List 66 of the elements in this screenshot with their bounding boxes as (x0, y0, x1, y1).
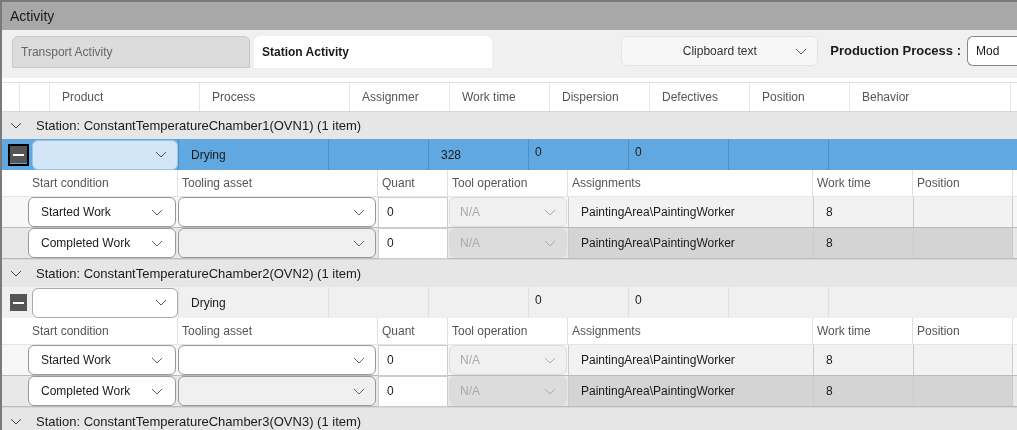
chevron-down-icon (353, 356, 365, 364)
column-header[interactable]: Tool operation (448, 170, 568, 196)
chevron-down-icon (544, 239, 556, 247)
work-time-cell: 8 (813, 345, 913, 375)
tooling-asset-dropdown[interactable] (178, 345, 376, 375)
chevron-down-icon (155, 299, 167, 306)
assignments-cell: PaintingArea\PaintingWorker (568, 345, 813, 375)
group-header[interactable]: Station: ConstantTemperatureChamber2(OVN2) (1 item) (2, 259, 1017, 287)
column-header[interactable]: Assignments (568, 170, 813, 196)
quant-field[interactable]: 0 (378, 227, 448, 259)
group-header[interactable]: Station: ConstantTemperatureChamber1(OVN1) (1 item) (2, 111, 1017, 139)
chevron-down-icon (544, 387, 556, 395)
chevron-down-icon (10, 270, 22, 277)
production-process-field[interactable]: Mod (967, 36, 1017, 66)
window-title: Activity (10, 6, 55, 26)
table-row[interactable]: Drying 328 0 0 (2, 139, 1017, 170)
column-header[interactable]: Start condition (28, 318, 178, 344)
quant-field[interactable]: 0 (378, 344, 448, 376)
chevron-down-icon (544, 208, 556, 216)
quant-field[interactable]: 0 (378, 196, 448, 228)
column-header[interactable]: Work time (813, 318, 913, 344)
work-time-cell: 8 (813, 228, 913, 258)
assignments-cell: PaintingArea\PaintingWorker (568, 197, 813, 227)
tooling-asset-dropdown[interactable] (178, 197, 376, 227)
start-condition-dropdown[interactable]: Completed Work (28, 376, 176, 406)
clipboard-dropdown[interactable]: Clipboard text (621, 36, 819, 66)
chevron-down-icon (544, 356, 556, 364)
column-header[interactable]: Tooling asset (178, 170, 378, 196)
column-header[interactable]: Work time (813, 170, 913, 196)
start-condition-dropdown[interactable]: Completed Work (28, 228, 176, 258)
chevron-down-icon (10, 122, 22, 129)
assignments-cell: PaintingArea\PaintingWorker (568, 376, 813, 406)
column-header[interactable]: Quant (378, 170, 448, 196)
column-header[interactable]: Start condition (28, 170, 178, 196)
chevron-down-icon (353, 208, 365, 216)
chevron-down-icon (151, 387, 163, 395)
column-header[interactable]: Position (913, 170, 1013, 196)
chevron-down-icon (151, 356, 163, 364)
collapse-toggle[interactable] (8, 291, 28, 314)
column-header[interactable]: Tooling asset (178, 318, 378, 344)
collapse-toggle[interactable] (7, 143, 29, 166)
chevron-down-icon (155, 151, 167, 158)
start-condition-dropdown[interactable]: Started Work (28, 197, 176, 227)
chevron-down-icon (353, 239, 365, 247)
work-time-cell: 8 (813, 376, 913, 406)
chevron-down-icon (151, 239, 163, 247)
production-process-label: Production Process : (830, 42, 961, 61)
tooling-asset-dropdown[interactable] (178, 376, 376, 406)
tab[interactable]: Transport Activity (12, 36, 250, 68)
column-header[interactable]: Quant (378, 318, 448, 344)
detail-row[interactable]: Started Work 0 N/A PaintingArea\PaintingWorker 8 (2, 345, 1017, 376)
chevron-down-icon (151, 208, 163, 216)
tooling-asset-dropdown[interactable] (178, 228, 376, 258)
chevron-down-icon (10, 418, 22, 425)
start-condition-dropdown[interactable]: Started Work (28, 345, 176, 375)
work-time-cell: 8 (813, 197, 913, 227)
group-header[interactable]: Station: ConstantTemperatureChamber3(OVN3) (1 item) (2, 407, 1017, 430)
detail-row[interactable]: Started Work 0 N/A PaintingArea\PaintingWorker 8 (2, 197, 1017, 228)
column-header[interactable]: Assignments (568, 318, 813, 344)
chevron-down-icon (353, 387, 365, 395)
assignments-cell: PaintingArea\PaintingWorker (568, 228, 813, 258)
tab[interactable]: Station Activity (254, 36, 492, 68)
column-header[interactable]: Tool operation (448, 318, 568, 344)
chevron-down-icon (795, 48, 808, 55)
quant-field[interactable]: 0 (378, 375, 448, 407)
column-header[interactable]: Position (913, 318, 1013, 344)
